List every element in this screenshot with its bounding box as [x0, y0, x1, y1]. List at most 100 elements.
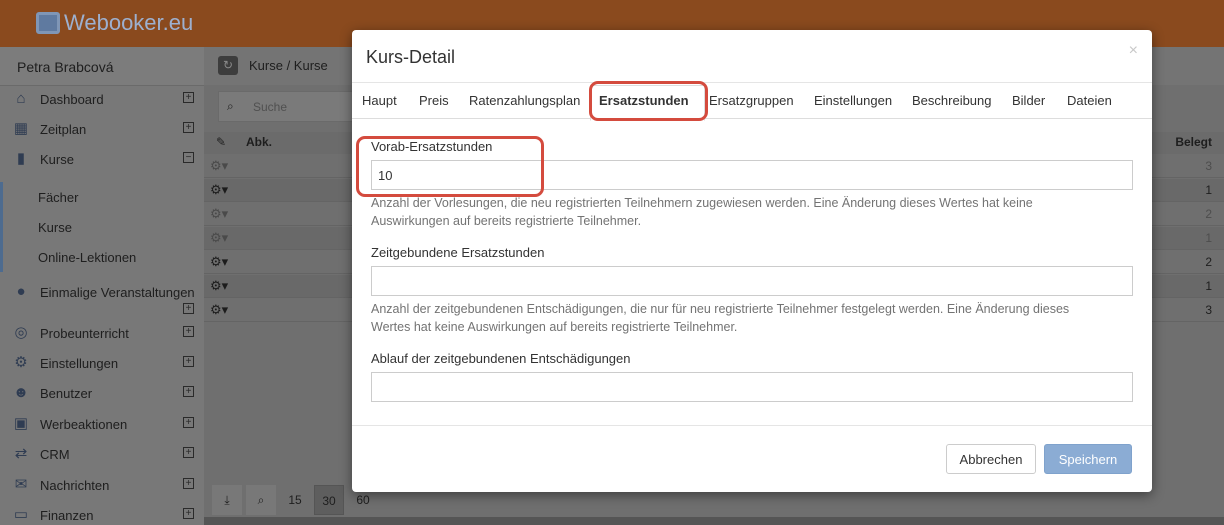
page-size-30[interactable]: 30 [314, 485, 344, 515]
sidebar-item-zeitplan[interactable]: ▦ Zeitplan + [0, 116, 204, 146]
collapse-icon[interactable]: − [183, 152, 194, 163]
expand-icon[interactable]: + [183, 303, 194, 314]
expand-icon[interactable]: + [183, 447, 194, 458]
edit-icon: ✎ [216, 135, 227, 149]
tab-ersatzgruppen[interactable]: Ersatzgruppen [709, 93, 794, 108]
table-cell-belegt: 3 [1205, 303, 1212, 317]
close-icon[interactable]: × [1129, 42, 1138, 60]
sidebar-item-dashboard[interactable]: ⌂ Dashboard + [0, 86, 204, 116]
calendar-icon: ▦ [13, 120, 29, 137]
search-input[interactable]: ⌕ Suche [218, 91, 358, 122]
breadcrumb: Kurse / Kurse [249, 58, 328, 73]
field-help-vorab-ersatzstunden: Anzahl der Vorlesungen, die neu registri… [371, 196, 1033, 228]
refresh-icon[interactable]: ↻ [218, 56, 238, 75]
sidebar-item-label: Werbeaktionen [40, 417, 128, 432]
sidebar-item-label: Nachrichten [40, 478, 110, 493]
logo[interactable]: Webooker.eu [36, 10, 193, 36]
sidebar-item-crm[interactable]: ⇄ CRM + [0, 441, 204, 471]
tab-bar: Haupt Preis Ratenzahlungsplan Ersatzstun… [352, 83, 1152, 121]
sidebar-item-label: Einstellungen [40, 356, 119, 371]
sidebar-item-label: Kurse [40, 152, 74, 167]
save-button[interactable]: Speichern [1044, 444, 1132, 474]
sidebar-item-label: Probeunterricht [40, 326, 129, 341]
tab-dateien[interactable]: Dateien [1067, 93, 1112, 108]
sidebar-item-nachrichten[interactable]: ✉ Nachrichten + [0, 472, 204, 502]
page-size-15[interactable]: 15 [280, 485, 310, 515]
table-cell-belegt: 1 [1205, 231, 1212, 245]
gear-icon[interactable]: ⚙▾ [210, 158, 228, 174]
expand-icon[interactable]: + [183, 92, 194, 103]
tab-haupt[interactable]: Haupt [362, 93, 397, 108]
table-cell-belegt: 2 [1205, 207, 1212, 221]
field-label-zeitgebundene-ersatzstunden: Zeitgebundene Ersatzstunden [371, 245, 545, 260]
gear-icon[interactable]: ⚙▾ [210, 302, 228, 318]
sidebar-subitem-kurse[interactable]: Kurse [0, 212, 204, 242]
user-name[interactable]: Petra Brabcová [0, 47, 204, 86]
users-icon: ☻ [13, 384, 29, 401]
expand-icon[interactable]: + [183, 508, 194, 519]
sidebar-item-label: Zeitplan [40, 122, 87, 137]
gear-icon[interactable]: ⚙▾ [210, 206, 228, 222]
sidebar-item-label: Dashboard [40, 92, 104, 107]
sidebar-subitem-label: Online-Lektionen [38, 250, 137, 265]
download-icon[interactable]: ⤓ [212, 485, 242, 515]
expand-icon[interactable]: + [183, 122, 194, 133]
home-icon: ⌂ [16, 90, 26, 107]
calendar-icon [36, 12, 60, 34]
sidebar-item-label: Einmalige Veranstaltungen [40, 285, 195, 300]
book-icon: ▮ [16, 150, 26, 167]
modal-title: Kurs-Detail [366, 47, 456, 67]
sidebar-item-kurse[interactable]: ▮ Kurse − [0, 146, 204, 176]
table-cell-belegt: 1 [1205, 279, 1212, 293]
sidebar-item-label: Benutzer [40, 386, 93, 401]
sidebar-item-benutzer[interactable]: ☻ Benutzer + [0, 380, 204, 410]
column-header-belegt[interactable]: Belegt [1175, 135, 1212, 149]
gear-icon[interactable]: ⚙▾ [210, 254, 228, 270]
tab-einstellungen[interactable]: Einstellungen [814, 93, 892, 108]
horizontal-scrollbar[interactable] [204, 517, 1224, 525]
table-cell-belegt: 1 [1205, 183, 1212, 197]
sidebar-item-label: Finanzen [40, 508, 94, 523]
sidebar-item-probeunterricht[interactable]: ◎ Probeunterricht + [0, 320, 204, 350]
logo-text: Webooker.eu [64, 10, 194, 35]
zeitgebundene-ersatzstunden-input[interactable] [371, 266, 1133, 296]
expand-icon[interactable]: + [183, 326, 194, 337]
search-placeholder: Suche [253, 100, 288, 114]
expand-icon[interactable]: + [183, 478, 194, 489]
tab-bilder[interactable]: Bilder [1012, 93, 1045, 108]
field-label-ablauf: Ablauf der zeitgebundenen Entschädigunge… [371, 351, 631, 366]
sidebar-subitem-faecher[interactable]: Fächer [0, 182, 204, 212]
tab-ratenzahlungsplan[interactable]: Ratenzahlungsplan [469, 93, 580, 108]
course-detail-modal: Kurs-Detail × Haupt Preis Ratenzahlungsp… [352, 30, 1152, 492]
sidebar-item-label: CRM [40, 447, 70, 462]
field-help-zeitgebundene-ersatzstunden: Anzahl der zeitgebundenen Entschädigunge… [371, 302, 1070, 334]
tab-preis[interactable]: Preis [419, 93, 449, 108]
table-cell-belegt: 2 [1205, 255, 1212, 269]
sidebar-item-einstellungen[interactable]: ⚙ Einstellungen + [0, 350, 204, 380]
sidebar-subitem-online-lektionen[interactable]: Online-Lektionen [0, 242, 204, 272]
sidebar-item-einmalige-veranstaltungen[interactable]: ● Einmalige Veranstaltungen + [0, 279, 204, 319]
gear-icon[interactable]: ⚙▾ [210, 230, 228, 246]
highlight-tab-annotation [589, 81, 708, 121]
ablauf-entschaedigungen-input[interactable] [371, 372, 1133, 402]
gear-icon[interactable]: ⚙▾ [210, 182, 228, 198]
gift-icon: ▣ [13, 415, 29, 432]
column-header-abk[interactable]: Abk. [246, 135, 272, 149]
table-cell-belegt: 3 [1205, 159, 1212, 173]
envelope-icon: ✉ [14, 476, 28, 493]
search-icon[interactable]: ⌕ [246, 485, 276, 515]
search-icon: ⌕ [227, 99, 234, 113]
gear-icon[interactable]: ⚙▾ [210, 278, 228, 294]
expand-icon[interactable]: + [183, 356, 194, 367]
sidebar-item-werbeaktionen[interactable]: ▣ Werbeaktionen + [0, 411, 204, 441]
expand-icon[interactable]: + [183, 386, 194, 397]
cancel-button[interactable]: Abbrechen [946, 444, 1036, 474]
eye-icon: ◎ [14, 324, 28, 341]
tab-beschreibung[interactable]: Beschreibung [912, 93, 992, 108]
sidebar-subitem-label: Fächer [38, 190, 79, 205]
expand-icon[interactable]: + [183, 417, 194, 428]
sidebar-item-finanzen[interactable]: ▭ Finanzen + [0, 502, 204, 525]
sidebar: Petra Brabcová ⌂ Dashboard + ▦ Zeitplan … [0, 47, 204, 525]
money-icon: ▭ [13, 506, 29, 523]
handshake-icon: ⇄ [14, 445, 28, 462]
